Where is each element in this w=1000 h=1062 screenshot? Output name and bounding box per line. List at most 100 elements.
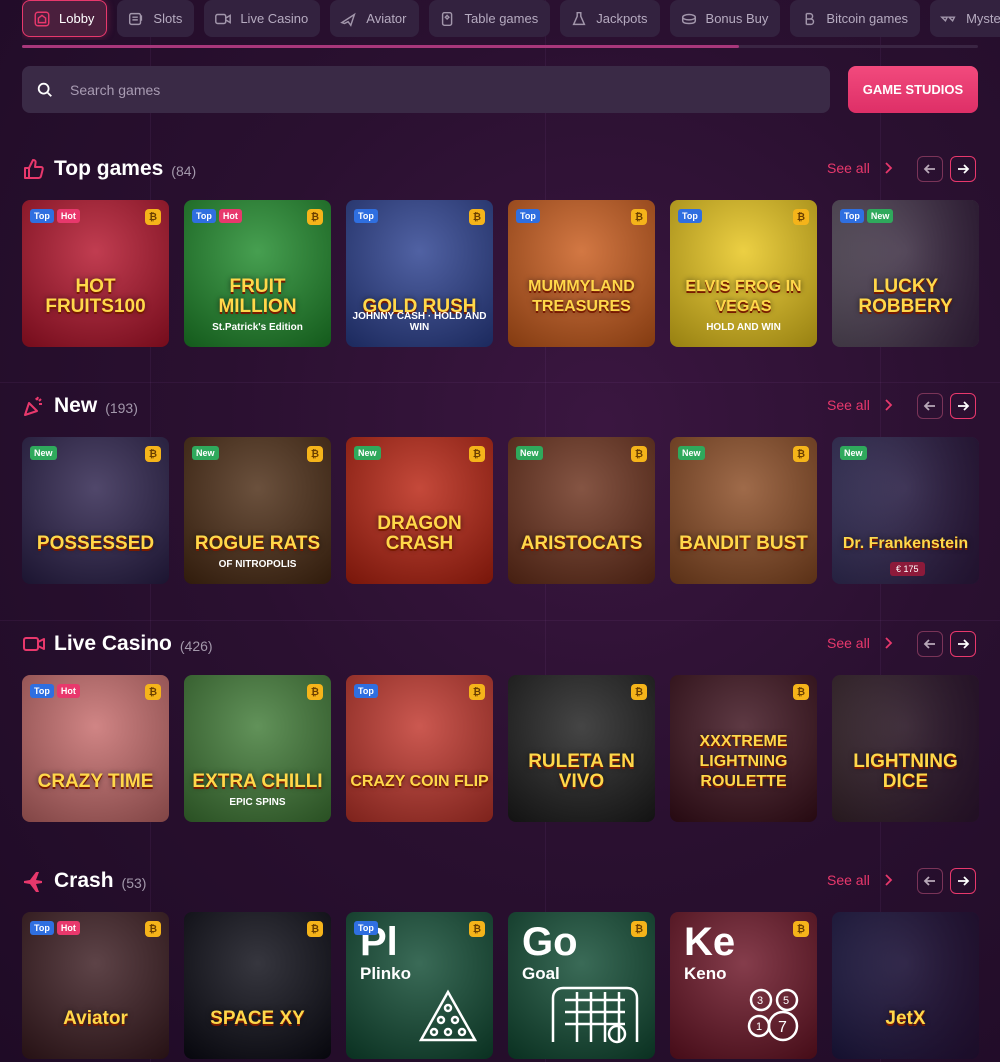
tab-lobby[interactable]: Lobby <box>22 0 108 37</box>
badge-top: Top <box>30 684 54 698</box>
search-bar <box>22 66 830 113</box>
chevron-right-icon[interactable] <box>882 397 896 413</box>
game-subtitle: JOHNNY CASH · HOLD AND WIN <box>352 311 487 333</box>
see-all-link[interactable]: See all <box>827 160 870 176</box>
tab-bonus-buy[interactable]: Bonus Buy <box>669 0 781 37</box>
bitcoin-icon: ₿ <box>307 446 323 462</box>
section-count: (84) <box>171 162 197 179</box>
carousel-next-button[interactable] <box>950 868 976 894</box>
game-card[interactable]: Top Hot ₿ CRAZY TIME <box>22 675 169 822</box>
section-live-casino: Live Casino (426) See all Top Hot ₿ CRAZY T… <box>22 629 979 822</box>
game-card[interactable]: New ₿ POSSESSED <box>22 437 169 584</box>
bitcoin-icon: ₿ <box>469 209 485 225</box>
video-camera-icon <box>22 632 46 656</box>
game-card[interactable]: LIGHTNING DICE <box>832 675 979 822</box>
svg-text:5: 5 <box>783 995 789 1007</box>
game-studios-button[interactable]: GAME STUDIOS <box>848 66 978 113</box>
game-card[interactable]: Top ₿ MUMMYLAND TREASURES <box>508 200 655 347</box>
carousel-prev-button[interactable] <box>917 156 943 182</box>
bitcoin-icon: ₿ <box>307 684 323 700</box>
game-card[interactable]: JetX <box>832 912 979 1059</box>
game-card[interactable]: New ₿ ARISTOCATS <box>508 437 655 584</box>
plinko-icon <box>413 986 483 1051</box>
game-card[interactable]: ₿ SPACE XY <box>184 912 331 1059</box>
game-card[interactable]: Top New LUCKY ROBBERY <box>832 200 979 347</box>
game-card[interactable]: ₿ Ke Keno 3 5 1 7 <box>670 912 817 1059</box>
video-camera-icon <box>214 10 232 28</box>
game-title: JetX <box>885 1008 926 1029</box>
game-card[interactable]: Top ₿ CRAZY COIN FLIP <box>346 675 493 822</box>
game-card[interactable]: ₿ RULETA EN VIVO <box>508 675 655 822</box>
carousel-next-button[interactable] <box>950 393 976 419</box>
tab-aviator[interactable]: Aviator <box>330 0 419 37</box>
game-card[interactable]: ₿ EXTRA CHILLI EPIC SPINS <box>184 675 331 822</box>
game-card[interactable]: Top ₿ GOLD RUSH JOHNNY CASH · HOLD AND WIN <box>346 200 493 347</box>
game-badges: Top New <box>840 209 894 223</box>
game-title: HOT FRUITS100 <box>45 276 146 317</box>
game-card[interactable]: Top Hot ₿ Aviator <box>22 912 169 1059</box>
tab-label: Lobby <box>59 11 95 26</box>
carousel-next-button[interactable] <box>950 156 976 182</box>
game-title: LUCKY ROBBERY <box>858 276 953 317</box>
game-carousel: Top Hot ₿ CRAZY TIME ₿ EXTRA CHILLI EPIC SPINS… <box>22 675 979 822</box>
bitcoin-icon: ₿ <box>631 684 647 700</box>
game-title: Dr. Frankenstein <box>842 535 969 552</box>
game-card[interactable]: ₿ Go Goal <box>508 912 655 1059</box>
tab-label: Mystery D <box>966 11 1000 26</box>
game-badges: Top <box>354 921 378 935</box>
badge-new: New <box>30 446 57 460</box>
chevron-right-icon[interactable] <box>882 160 896 176</box>
badge-top: Top <box>354 921 378 935</box>
game-card[interactable]: Top ₿ Pl Plinko <box>346 912 493 1059</box>
nav-scroll-fill <box>22 45 739 48</box>
carousel-prev-button[interactable] <box>917 868 943 894</box>
section-title: Crash <box>54 869 114 892</box>
game-card[interactable]: New ₿ DRAGON CRASH <box>346 437 493 584</box>
tab-slots[interactable]: Slots <box>117 0 195 37</box>
carousel-prev-button[interactable] <box>917 393 943 419</box>
game-badges: New <box>30 446 57 460</box>
tab-label: Jackpots <box>596 11 648 26</box>
game-card[interactable]: Top Hot ₿ HOT FRUITS100 <box>22 200 169 347</box>
game-badges: New <box>516 446 543 460</box>
badge-hot: Hot <box>56 209 80 223</box>
tab-bitcoin-games[interactable]: Bitcoin games <box>790 0 921 37</box>
tab-mystery[interactable]: Mystery D <box>930 0 1000 37</box>
game-card[interactable]: New ₿ ROGUE RATS OF NITROPOLIS <box>184 437 331 584</box>
chevron-right-icon[interactable] <box>882 872 896 888</box>
game-card[interactable]: Top Hot ₿ FRUIT MILLION St.Patrick's Edition <box>184 200 331 347</box>
game-title: CRAZY COIN FLIP <box>350 773 489 790</box>
see-all-link[interactable]: See all <box>827 397 870 413</box>
bitcoin-icon: ₿ <box>469 446 485 462</box>
game-badges: Top <box>678 209 702 223</box>
tab-table-games[interactable]: Table games <box>428 0 551 37</box>
badge-top: Top <box>840 209 864 223</box>
chevron-right-icon[interactable] <box>882 635 896 651</box>
bitcoin-icon: ₿ <box>631 209 647 225</box>
game-card[interactable]: ₿ XXXTREME LIGHTNING ROULETTE <box>670 675 817 822</box>
tab-jackpots[interactable]: Jackpots <box>560 0 660 37</box>
badge-top: Top <box>678 209 702 223</box>
see-all-link[interactable]: See all <box>827 635 870 651</box>
section-new: New (193) See all New ₿ POSSESSED New ₿ ROGUE… <box>22 391 979 584</box>
section-count: (426) <box>179 637 213 654</box>
game-card[interactable]: Top ₿ ELVIS FROG IN VEGAS HOLD AND WIN <box>670 200 817 347</box>
badge-hot: Hot <box>218 209 242 223</box>
tab-label: Live Casino <box>240 11 309 26</box>
mystery-icon <box>940 10 958 28</box>
svg-text:7: 7 <box>778 1019 787 1036</box>
see-all-link[interactable]: See all <box>827 872 870 888</box>
tab-live-casino[interactable]: Live Casino <box>204 0 321 37</box>
game-badges: New <box>840 446 867 460</box>
search-input[interactable] <box>70 81 770 98</box>
cards-icon <box>439 10 457 28</box>
game-card[interactable]: New ₿ BANDIT BUST <box>670 437 817 584</box>
bitcoin-icon: ₿ <box>145 684 161 700</box>
carousel-prev-button[interactable] <box>917 631 943 657</box>
section-title: Top games <box>54 157 164 180</box>
arrow-left-icon <box>923 639 935 649</box>
carousel-next-button[interactable] <box>950 631 976 657</box>
badge-top: Top <box>30 921 54 935</box>
game-card[interactable]: New Dr. Frankenstein € 175 <box>832 437 979 584</box>
arrow-right-icon <box>958 639 970 649</box>
